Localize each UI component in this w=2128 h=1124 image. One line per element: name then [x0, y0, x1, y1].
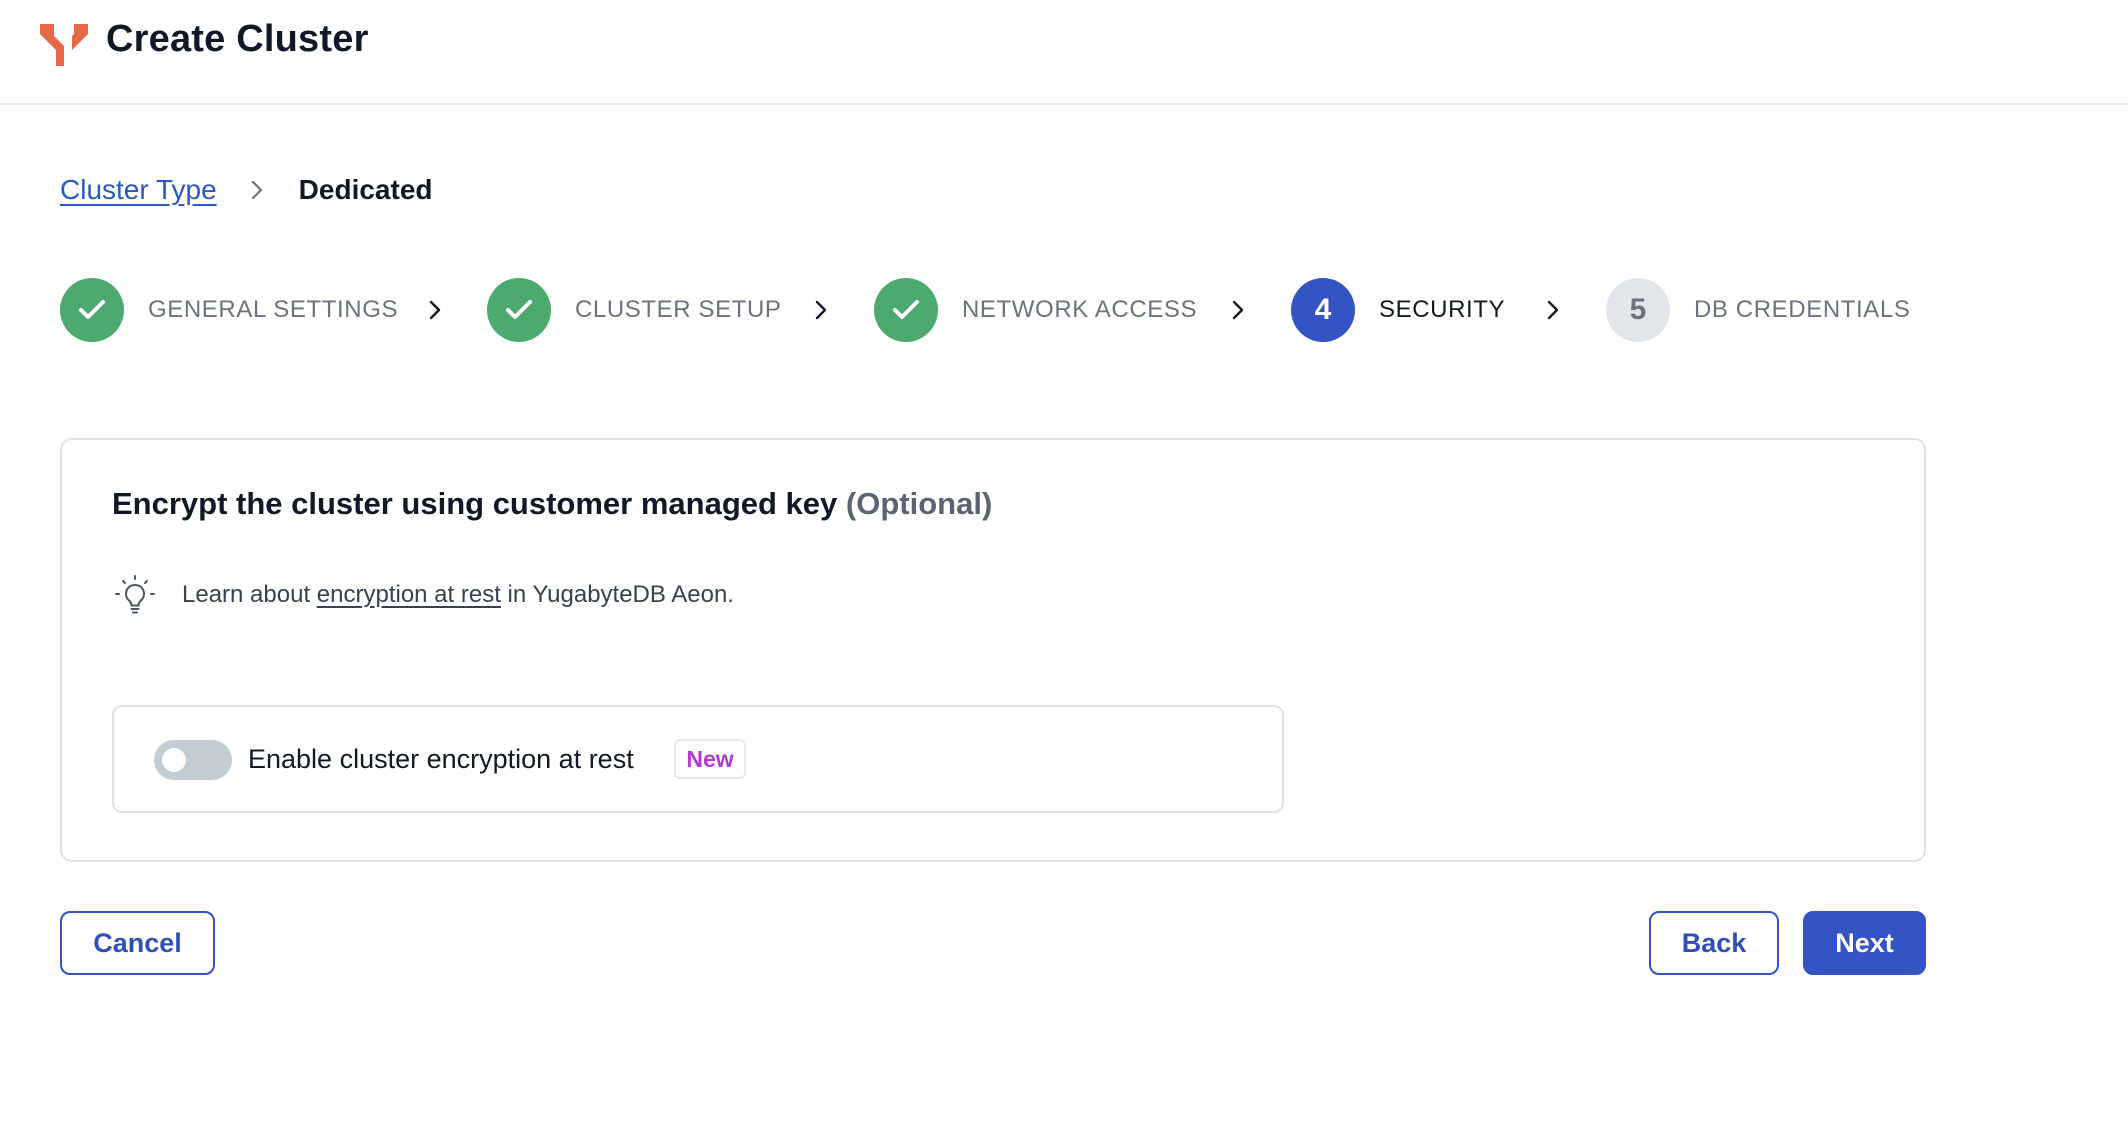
checkmark-icon	[893, 300, 919, 319]
toggle-knob	[162, 748, 186, 772]
new-badge: New	[674, 739, 746, 779]
wizard-stepper: GENERAL SETTINGS CLUSTER SETUP NETWORK A…	[60, 277, 2060, 343]
step-label: DB CREDENTIALS	[1694, 296, 1911, 323]
step-db-credentials[interactable]: 5 DB CREDENTIALS	[1606, 277, 1910, 343]
chevron-right-icon	[1232, 300, 1244, 320]
encryption-toggle-label: Enable cluster encryption at rest	[248, 744, 634, 774]
step-number-badge: 4	[1291, 278, 1355, 342]
lightbulb-icon	[115, 575, 155, 614]
step-label: SECURITY	[1379, 296, 1506, 323]
step-network-access[interactable]: NETWORK ACCESS	[874, 277, 1197, 343]
card-title-text: Encrypt the cluster using customer manag…	[112, 486, 838, 521]
chevron-right-icon	[251, 180, 262, 200]
step-label: CLUSTER SETUP	[575, 296, 782, 323]
app-header: Create Cluster	[0, 0, 2128, 105]
chevron-right-icon	[429, 300, 441, 320]
encryption-toggle-row: Enable cluster encryption at rest New	[112, 705, 1284, 813]
step-complete-badge	[487, 278, 551, 342]
checkmark-icon	[79, 300, 105, 319]
breadcrumb-current: Dedicated	[298, 174, 433, 205]
step-cluster-setup[interactable]: CLUSTER SETUP	[487, 277, 782, 343]
step-label: GENERAL SETTINGS	[148, 296, 399, 323]
encryption-card: Encrypt the cluster using customer manag…	[60, 438, 1926, 862]
step-number-badge: 5	[1606, 278, 1670, 342]
step-label: NETWORK ACCESS	[962, 296, 1198, 323]
back-button[interactable]: Back	[1649, 911, 1779, 975]
breadcrumb: Cluster Type Dedicated	[60, 170, 433, 210]
yugabyte-logo-icon	[40, 24, 88, 66]
cancel-button[interactable]: Cancel	[60, 911, 215, 975]
step-general-settings[interactable]: GENERAL SETTINGS	[60, 277, 398, 343]
card-title: Encrypt the cluster using customer manag…	[112, 486, 992, 522]
chevron-right-icon	[1547, 300, 1559, 320]
page-title: Create Cluster	[106, 18, 369, 60]
hint-suffix: in YugabyteDB Aeon.	[507, 581, 734, 608]
hint-text: Learn about encryption at rest in Yugaby…	[182, 581, 734, 609]
encryption-hint: Learn about encryption at rest in Yugaby…	[110, 570, 734, 620]
encryption-toggle-switch[interactable]	[154, 740, 232, 780]
hint-prefix: Learn about	[182, 581, 311, 608]
chevron-right-icon	[815, 300, 827, 320]
step-complete-badge	[60, 278, 124, 342]
breadcrumb-cluster-type-link[interactable]: Cluster Type	[60, 174, 217, 206]
encryption-at-rest-link[interactable]: encryption at rest	[317, 581, 501, 608]
checkmark-icon	[506, 300, 532, 319]
next-button[interactable]: Next	[1803, 911, 1926, 975]
step-complete-badge	[874, 278, 938, 342]
step-security[interactable]: 4 SECURITY	[1291, 277, 1505, 343]
optional-label: (Optional)	[845, 486, 993, 521]
